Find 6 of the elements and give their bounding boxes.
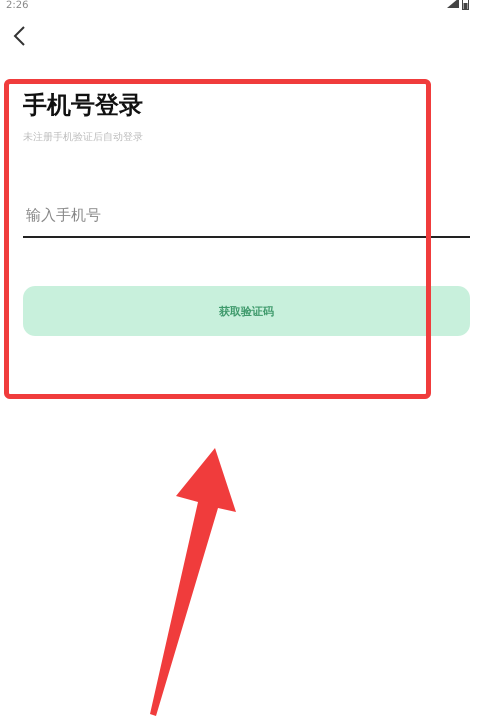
status-time: 2:26 [6, 0, 28, 11]
battery-icon [462, 0, 469, 10]
phone-input-field[interactable]: 输入手机号 [23, 194, 470, 238]
page-title: 手机号登录 [23, 90, 144, 120]
signal-icon [447, 0, 459, 8]
subtitle: 未注册手机验证后自动登录 [23, 130, 144, 144]
